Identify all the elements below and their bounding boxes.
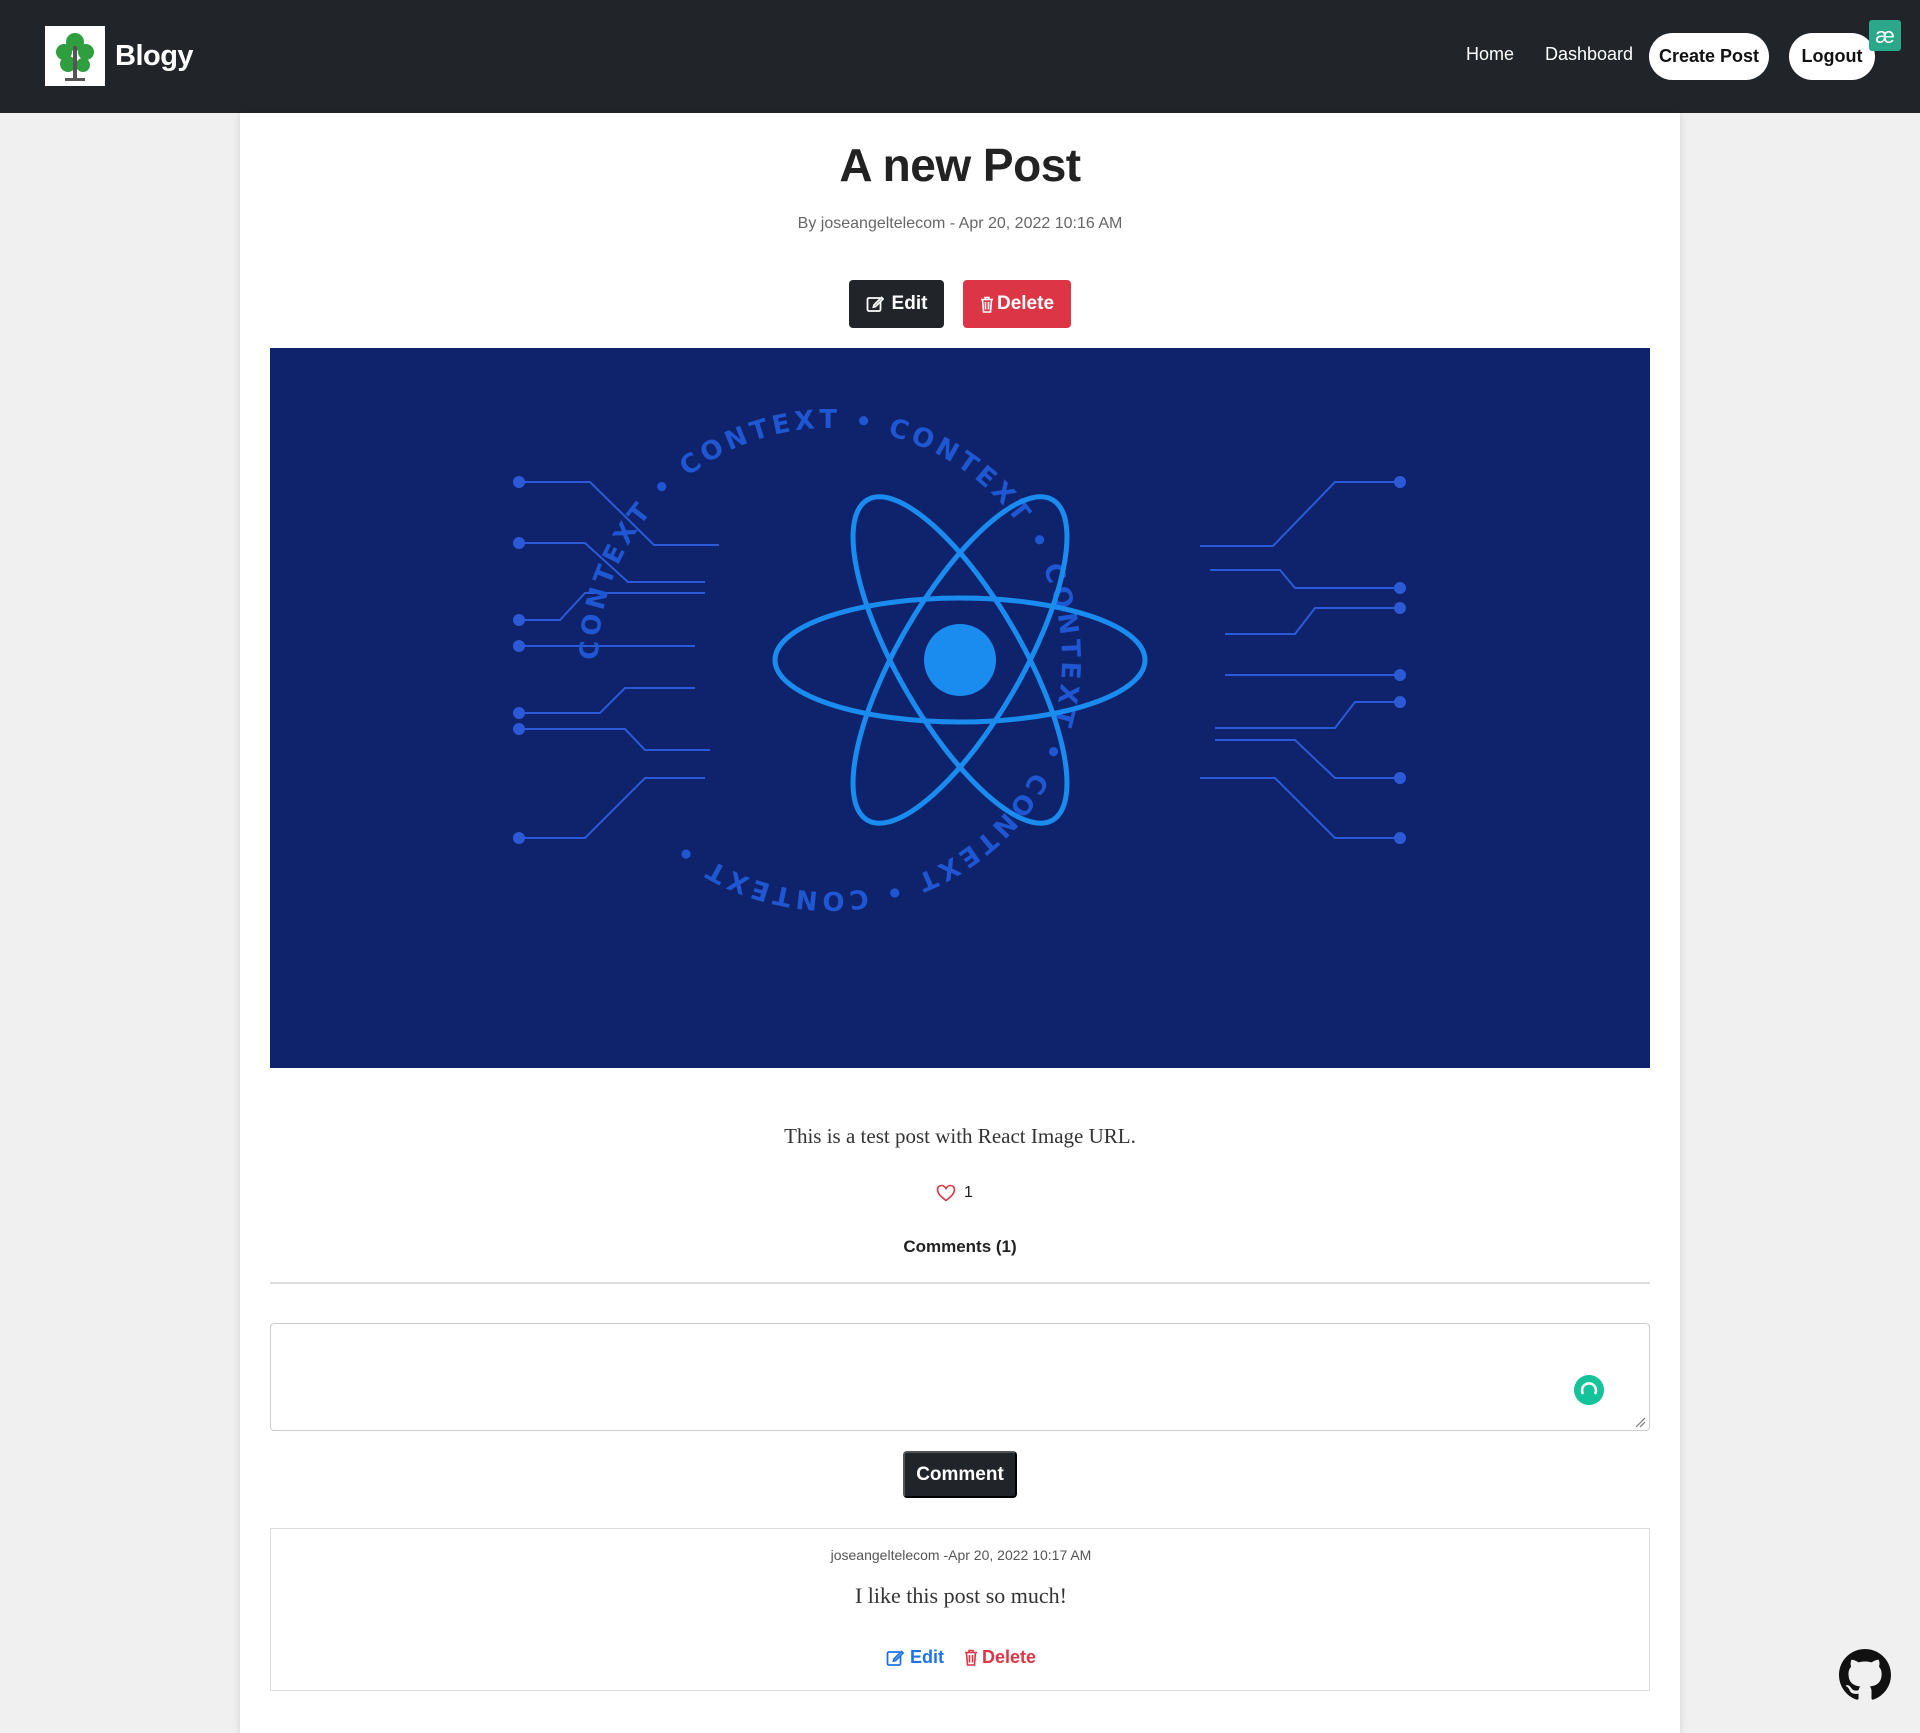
comment-meta: joseangeltelecom -Apr 20, 2022 10:17 AM xyxy=(830,1547,1092,1563)
circuit-lines-right xyxy=(1200,476,1406,844)
edit-post-label: Edit xyxy=(891,293,928,314)
edit-icon xyxy=(886,1649,904,1666)
divider xyxy=(270,1282,1650,1284)
comment-delete-label: Delete xyxy=(981,1647,1037,1667)
post-body: This is a test post with React Image URL… xyxy=(784,1124,1136,1148)
comment-edit-label: Edit xyxy=(909,1647,944,1667)
nav-dashboard-link[interactable]: Dashboard xyxy=(1545,44,1633,65)
comment-submit-button[interactable]: Comment xyxy=(903,1451,1017,1498)
trash-icon xyxy=(980,296,993,313)
tree-logo-icon xyxy=(45,26,105,86)
comment-edit-link[interactable]: Edit xyxy=(886,1647,944,1668)
likes: 1 xyxy=(936,1184,973,1202)
comment-text: I like this post so much! xyxy=(854,1583,1068,1608)
comment-actions: Edit Delete xyxy=(271,1647,1651,1668)
navbar: Blogy Home Dashboard Create Post Logout … xyxy=(0,0,1920,113)
delete-post-label: Delete xyxy=(996,293,1055,314)
comment-item: joseangeltelecom -Apr 20, 2022 10:17 AM … xyxy=(270,1528,1650,1691)
github-icon[interactable] xyxy=(1839,1649,1891,1701)
logout-button[interactable]: Logout xyxy=(1789,33,1875,80)
likes-count: 1 xyxy=(964,1184,973,1201)
brand-link[interactable]: Blogy xyxy=(45,26,194,86)
heart-icon[interactable] xyxy=(936,1184,956,1202)
comments-heading: Comments (1) xyxy=(903,1237,1017,1256)
comment-delete-link[interactable]: Delete xyxy=(964,1647,1036,1668)
delete-post-button[interactable]: Delete xyxy=(963,280,1071,328)
grammarly-icon[interactable] xyxy=(1574,1375,1604,1405)
comment-input[interactable] xyxy=(270,1323,1650,1431)
nav-home-link[interactable]: Home xyxy=(1466,44,1514,65)
create-post-button[interactable]: Create Post xyxy=(1649,33,1769,80)
context-ring-text: CONTEXT • CONTEXT • CONTEXT • CONTEXT • … xyxy=(575,405,1085,915)
edit-icon xyxy=(866,296,884,312)
post-image: CONTEXT • CONTEXT • CONTEXT • CONTEXT • … xyxy=(270,348,1650,1068)
brand-name: Blogy xyxy=(115,39,194,72)
edit-post-button[interactable]: Edit xyxy=(849,280,944,328)
extension-badge-icon[interactable]: æ xyxy=(1869,20,1901,51)
post-title: A new Post xyxy=(839,139,1081,191)
resize-grip-icon[interactable] xyxy=(1634,1416,1646,1428)
trash-icon xyxy=(964,1649,977,1666)
post-byline: By joseangeltelecom - Apr 20, 2022 10:16… xyxy=(797,215,1123,232)
